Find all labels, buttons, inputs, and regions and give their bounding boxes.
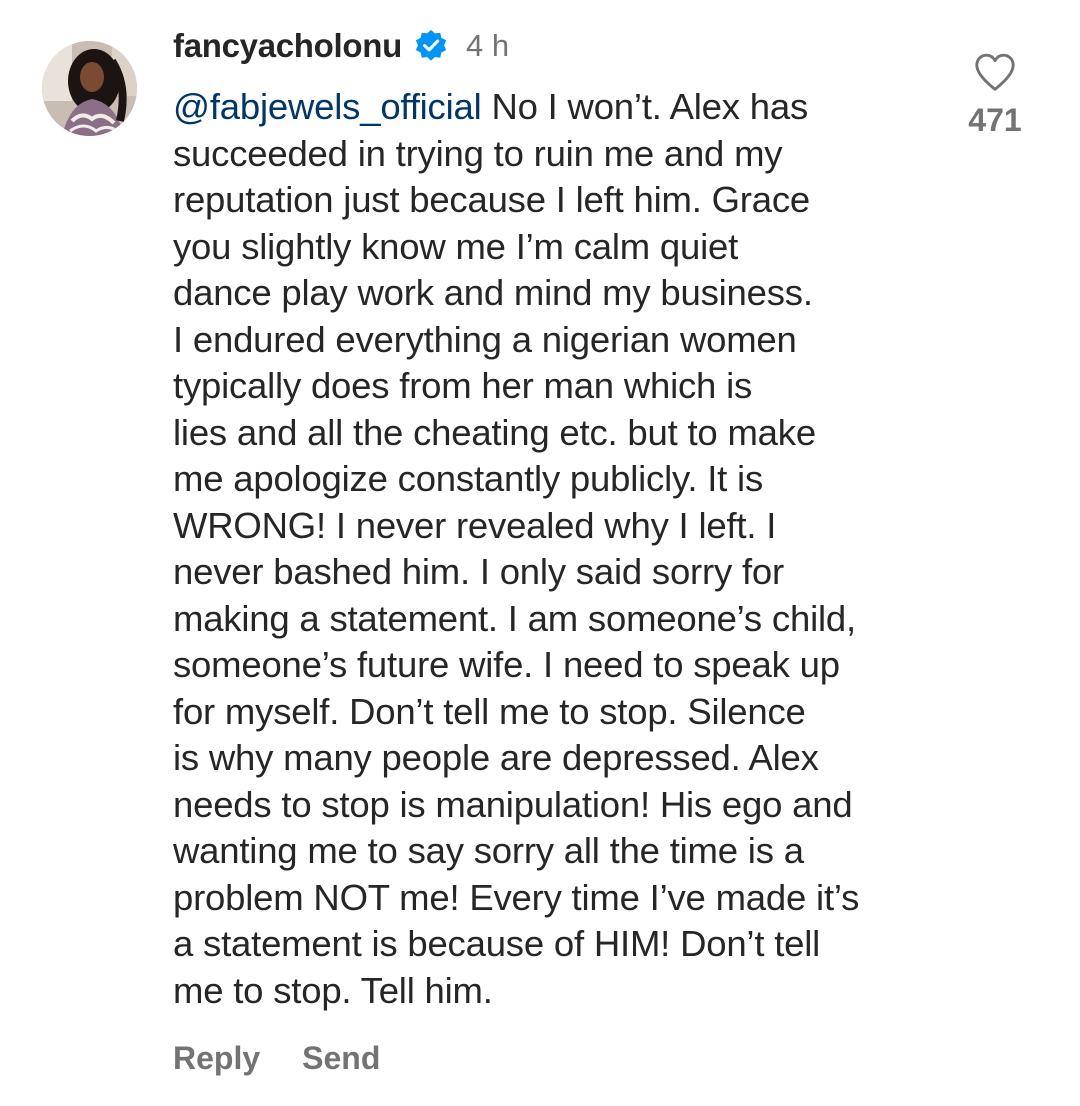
heart-outline-icon[interactable]	[973, 52, 1017, 92]
comment-line: making a statement. I am someone’s child…	[173, 597, 856, 639]
comment-line: for myself. Don’t tell me to stop. Silen…	[173, 690, 806, 732]
comment-item: fancyacholonu 4 h @fabjewels_official No…	[0, 0, 1080, 1106]
comment-line: @fabjewels_official No I won’t. Alex has	[173, 84, 943, 131]
send-button[interactable]: Send	[302, 1040, 380, 1077]
comment-line-text: No I won’t. Alex has	[481, 86, 809, 127]
comment-line: reputation just because I left him. Grac…	[173, 179, 810, 220]
username[interactable]: fancyacholonu	[173, 27, 402, 65]
like-count: 471	[968, 102, 1022, 138]
timestamp: 4 h	[465, 28, 510, 63]
comment-line: lies and all the cheating etc. but to ma…	[173, 411, 816, 453]
verified-badge-icon	[414, 29, 448, 63]
comment-line: me to stop. Tell him.	[173, 969, 493, 1011]
comment-line: wanting me to say sorry all the time is …	[173, 830, 804, 871]
like-control: 471	[960, 52, 1030, 139]
reply-button[interactable]: Reply	[173, 1040, 260, 1077]
comment-line: is why many people are depressed. Alex	[173, 737, 819, 778]
comment-line: you slightly know me I’m calm quiet	[173, 225, 739, 267]
comment-line: needs to stop is manipulation! His ego a…	[173, 783, 853, 825]
mention-link[interactable]: @fabjewels_official	[173, 86, 482, 127]
avatar[interactable]	[42, 41, 137, 136]
comment-header: fancyacholonu 4 h	[173, 24, 509, 68]
comment-line: a statement is because of HIM! Don’t tel…	[173, 923, 821, 964]
comment-line: typically does from her man which is	[173, 365, 753, 406]
comment-line: WRONG! I never revealed why I left. I	[173, 504, 777, 546]
comment-line: dance play work and mind my business.	[173, 272, 813, 313]
comment-line: never bashed him. I only said sorry for	[173, 551, 784, 592]
comment-actions: Reply Send	[173, 1040, 380, 1077]
comment-line: someone’s future wife. I need to speak u…	[173, 644, 840, 685]
comment-text: @fabjewels_official No I won’t. Alex has…	[173, 84, 943, 1014]
comment-line: I endured everything a nigerian women	[173, 318, 797, 360]
comment-line: succeeded in trying to ruin me and my	[173, 132, 783, 174]
avatar-image	[42, 41, 137, 136]
comment-line: problem NOT me! Every time I’ve made it’…	[173, 876, 860, 918]
comment-line: me apologize constantly publicly. It is	[173, 458, 764, 499]
